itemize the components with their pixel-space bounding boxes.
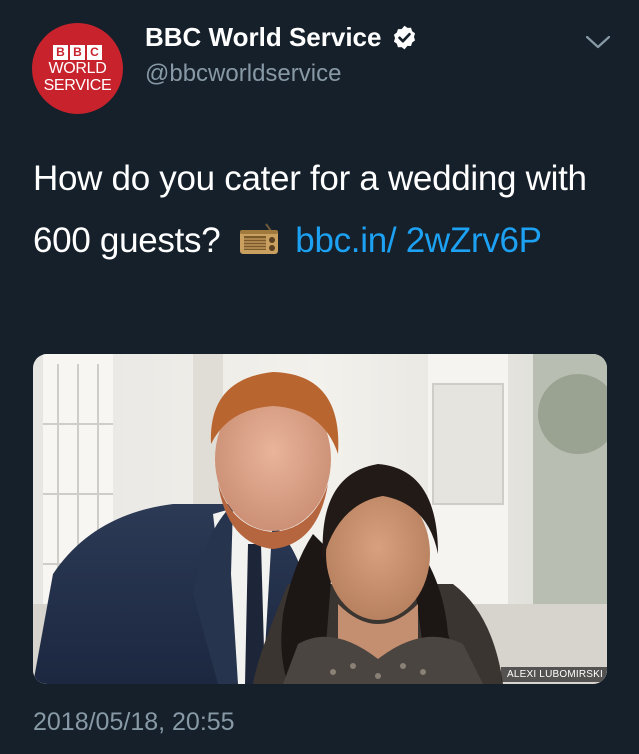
radio-emoji-icon bbox=[239, 223, 278, 254]
chevron-down-icon[interactable] bbox=[583, 32, 613, 52]
bbc-block-b1: B bbox=[53, 45, 68, 60]
bbc-logo: B B C bbox=[53, 45, 102, 60]
avatar-text-world: WORLD bbox=[48, 60, 107, 77]
media-photo[interactable]: ALEXI LUBOMIRSKI bbox=[33, 354, 607, 684]
avatar-text-service: SERVICE bbox=[43, 77, 112, 94]
tweet-text: How do you cater for a wedding with 600 … bbox=[33, 148, 613, 272]
photo-couple-image bbox=[33, 354, 607, 684]
display-name-text: BBC World Service bbox=[145, 22, 382, 52]
verified-badge-icon bbox=[394, 25, 416, 50]
tweet-timestamp[interactable]: 2018/05/18, 20:55 bbox=[33, 708, 235, 737]
tweet-link[interactable]: bbc.in/ 2wZrv6P bbox=[295, 221, 542, 260]
account-handle[interactable]: @bbcworldservice bbox=[145, 60, 341, 88]
avatar[interactable]: B B C WORLD SERVICE bbox=[32, 23, 123, 114]
photo-credit: ALEXI LUBOMIRSKI bbox=[500, 667, 607, 682]
bbc-block-b2: B bbox=[70, 45, 85, 60]
bbc-block-c: C bbox=[87, 45, 102, 60]
tweet-card: B B C WORLD SERVICE BBC World Service @b… bbox=[0, 0, 639, 754]
display-name[interactable]: BBC World Service bbox=[145, 22, 418, 53]
